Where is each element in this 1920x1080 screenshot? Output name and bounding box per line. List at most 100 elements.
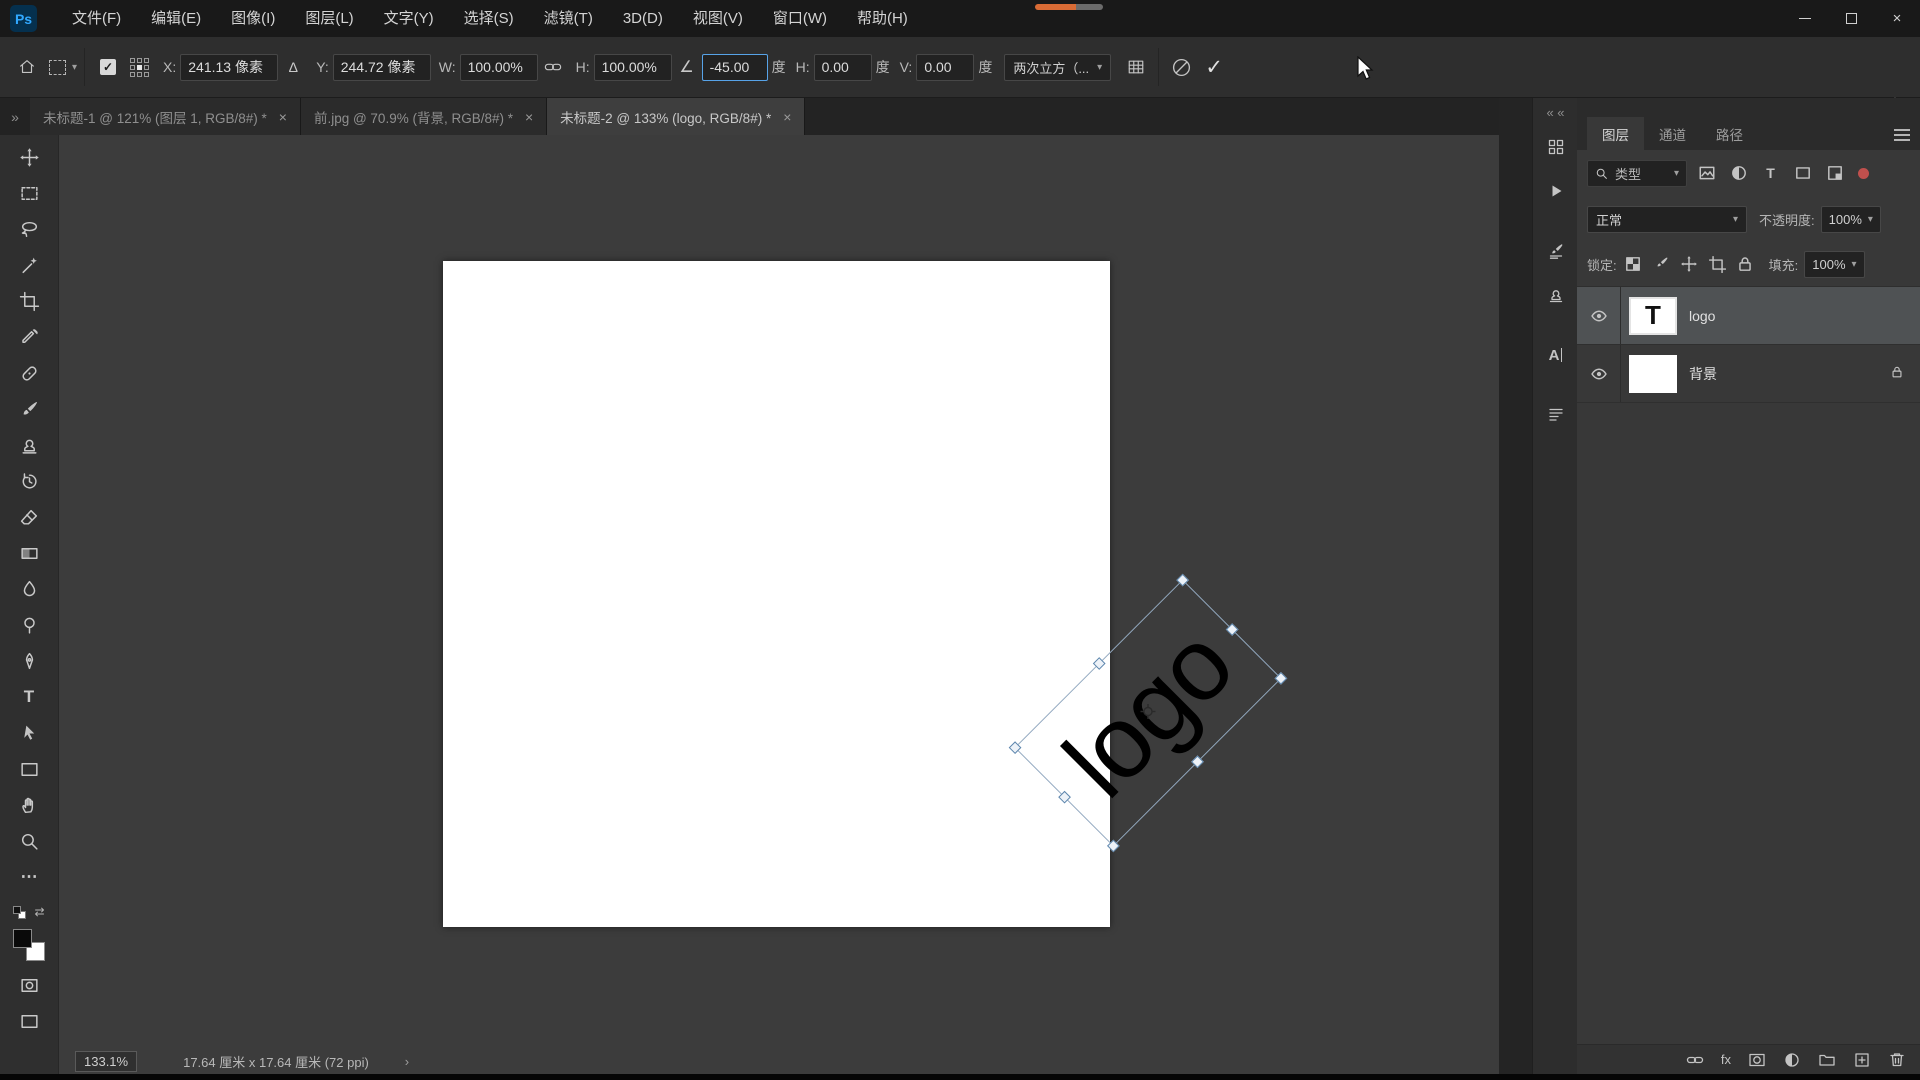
layer-filter-toggle[interactable]	[1858, 168, 1869, 179]
interpolation-dropdown[interactable]: 两次立方（... ▾	[1004, 54, 1111, 81]
home-icon[interactable]	[12, 50, 42, 84]
menu-view[interactable]: 视图(V)	[678, 0, 758, 37]
quick-mask-icon[interactable]	[0, 967, 59, 1003]
y-position-input[interactable]: 244.72 像素	[333, 54, 431, 81]
transform-handle-top-left[interactable]	[1009, 741, 1022, 754]
relative-position-icon[interactable]: Δ	[278, 50, 308, 84]
move-tool[interactable]	[0, 139, 59, 175]
menu-filter[interactable]: 滤镜(T)	[529, 0, 608, 37]
width-scale-input[interactable]: 100.00%	[460, 54, 538, 81]
status-options-chevron-icon[interactable]: ›	[405, 1054, 409, 1069]
rectangular-marquee-tool[interactable]	[0, 175, 59, 211]
hand-tool[interactable]	[0, 787, 59, 823]
cancel-transform-icon[interactable]	[1166, 50, 1196, 84]
transform-reference-point[interactable]	[1139, 703, 1157, 724]
menu-3d[interactable]: 3D(D)	[608, 0, 678, 37]
lock-artboard-icon[interactable]	[1705, 252, 1729, 276]
layer-thumbnail-background[interactable]	[1629, 355, 1677, 393]
foreground-background-swatches[interactable]	[13, 929, 45, 961]
panel-collapse-icon[interactable]: « «	[1533, 100, 1578, 124]
tab-layers[interactable]: 图层	[1587, 117, 1644, 150]
tab-paths[interactable]: 路径	[1701, 117, 1758, 150]
eyedropper-tool[interactable]	[0, 319, 59, 355]
crop-tool[interactable]	[0, 283, 59, 319]
menu-edit[interactable]: 编辑(E)	[136, 0, 216, 37]
menu-window[interactable]: 窗口(W)	[758, 0, 842, 37]
rectangle-tool[interactable]	[0, 751, 59, 787]
warp-mode-toggle-icon[interactable]	[1121, 50, 1151, 84]
clone-stamp-tool[interactable]	[0, 427, 59, 463]
document-tab-1[interactable]: 未标题-1 @ 121% (图层 1, RGB/8#) * ×	[30, 98, 301, 135]
reference-point-checkbox[interactable]: ✓	[100, 59, 116, 75]
transform-handle-bottom-middle[interactable]	[1191, 755, 1204, 768]
minimize-button[interactable]	[1782, 0, 1828, 37]
pixel-layer-filter-icon[interactable]	[1694, 161, 1719, 186]
edit-toolbar-icon[interactable]: ⋯	[0, 859, 59, 895]
tool-preset-caret-icon[interactable]: ▾	[72, 62, 77, 73]
smart-object-filter-icon[interactable]	[1822, 161, 1847, 186]
default-colors-icon[interactable]	[13, 906, 26, 919]
tab-close-icon[interactable]: ×	[525, 109, 533, 125]
reference-point-locator[interactable]	[130, 58, 149, 77]
lock-pixels-icon[interactable]	[1649, 252, 1673, 276]
document-canvas[interactable]: logo	[443, 261, 1110, 927]
brush-tool[interactable]	[0, 391, 59, 427]
layer-row-background[interactable]: 背景	[1577, 345, 1920, 403]
clone-source-panel-icon[interactable]	[1533, 278, 1578, 312]
link-layers-icon[interactable]	[1686, 1051, 1704, 1069]
menu-layer[interactable]: 图层(L)	[290, 0, 368, 37]
commit-transform-icon[interactable]: ✓	[1196, 55, 1232, 80]
foreground-color-swatch[interactable]	[13, 929, 32, 948]
free-transform-bounding-box[interactable]: logo	[1014, 579, 1281, 846]
lasso-tool[interactable]	[0, 211, 59, 247]
layer-visibility-toggle[interactable]	[1577, 287, 1621, 344]
fill-dropdown[interactable]: 100% ▾	[1804, 251, 1864, 278]
add-layer-mask-icon[interactable]	[1748, 1051, 1766, 1069]
lock-transparency-icon[interactable]	[1621, 252, 1645, 276]
menu-select[interactable]: 选择(S)	[449, 0, 529, 37]
transform-handle-middle-left[interactable]	[1058, 791, 1071, 804]
healing-brush-tool[interactable]	[0, 355, 59, 391]
transform-handle-top-right[interactable]	[1176, 574, 1189, 587]
adjustment-layer-filter-icon[interactable]	[1726, 161, 1751, 186]
blur-tool[interactable]	[0, 571, 59, 607]
pen-tool[interactable]	[0, 643, 59, 679]
swap-colors-icon[interactable]: ⇄	[34, 905, 44, 919]
paragraph-panel-icon[interactable]	[1533, 398, 1578, 432]
zoom-tool[interactable]	[0, 823, 59, 859]
link-dimensions-icon[interactable]	[538, 50, 568, 84]
opacity-dropdown[interactable]: 100% ▾	[1821, 206, 1881, 233]
layer-row-logo[interactable]: T logo	[1577, 287, 1920, 345]
layer-filter-type-dropdown[interactable]: 类型 ▾	[1587, 160, 1687, 187]
lock-position-icon[interactable]	[1677, 252, 1701, 276]
menu-image[interactable]: 图像(I)	[216, 0, 290, 37]
x-position-input[interactable]: 241.13 像素	[180, 54, 278, 81]
lock-all-icon[interactable]	[1733, 252, 1757, 276]
type-tool[interactable]: T	[0, 679, 59, 715]
new-group-icon[interactable]	[1818, 1051, 1836, 1069]
delete-layer-icon[interactable]	[1888, 1051, 1906, 1069]
toolbar-collapse-icon[interactable]: »	[0, 98, 30, 135]
new-layer-icon[interactable]	[1853, 1051, 1871, 1069]
menu-type[interactable]: 文字(Y)	[369, 0, 449, 37]
maximize-button[interactable]	[1828, 0, 1874, 37]
h-skew-input[interactable]: 0.00	[814, 54, 872, 81]
menu-help[interactable]: 帮助(H)	[842, 0, 923, 37]
transform-handle-top-middle[interactable]	[1093, 657, 1106, 670]
height-scale-input[interactable]: 100.00%	[594, 54, 672, 81]
tool-preset-icon[interactable]	[42, 50, 72, 84]
actions-panel-icon[interactable]	[1533, 174, 1578, 208]
eraser-tool[interactable]	[0, 499, 59, 535]
layer-thumbnail-type[interactable]: T	[1629, 297, 1677, 335]
document-tab-3-active[interactable]: 未标题-2 @ 133% (logo, RGB/8#) * ×	[547, 98, 805, 135]
transform-handle-middle-right[interactable]	[1226, 623, 1239, 636]
properties-panel-icon[interactable]	[1533, 130, 1578, 164]
panel-menu-icon[interactable]	[1894, 129, 1910, 141]
transform-handle-bottom-right[interactable]	[1275, 672, 1288, 685]
layer-style-icon[interactable]: fx	[1721, 1052, 1731, 1067]
screen-mode-icon[interactable]	[0, 1003, 59, 1039]
object-selection-tool[interactable]	[0, 247, 59, 283]
layer-visibility-toggle[interactable]	[1577, 345, 1621, 402]
background-lock-icon[interactable]	[1890, 365, 1904, 382]
tab-close-icon[interactable]: ×	[279, 109, 287, 125]
